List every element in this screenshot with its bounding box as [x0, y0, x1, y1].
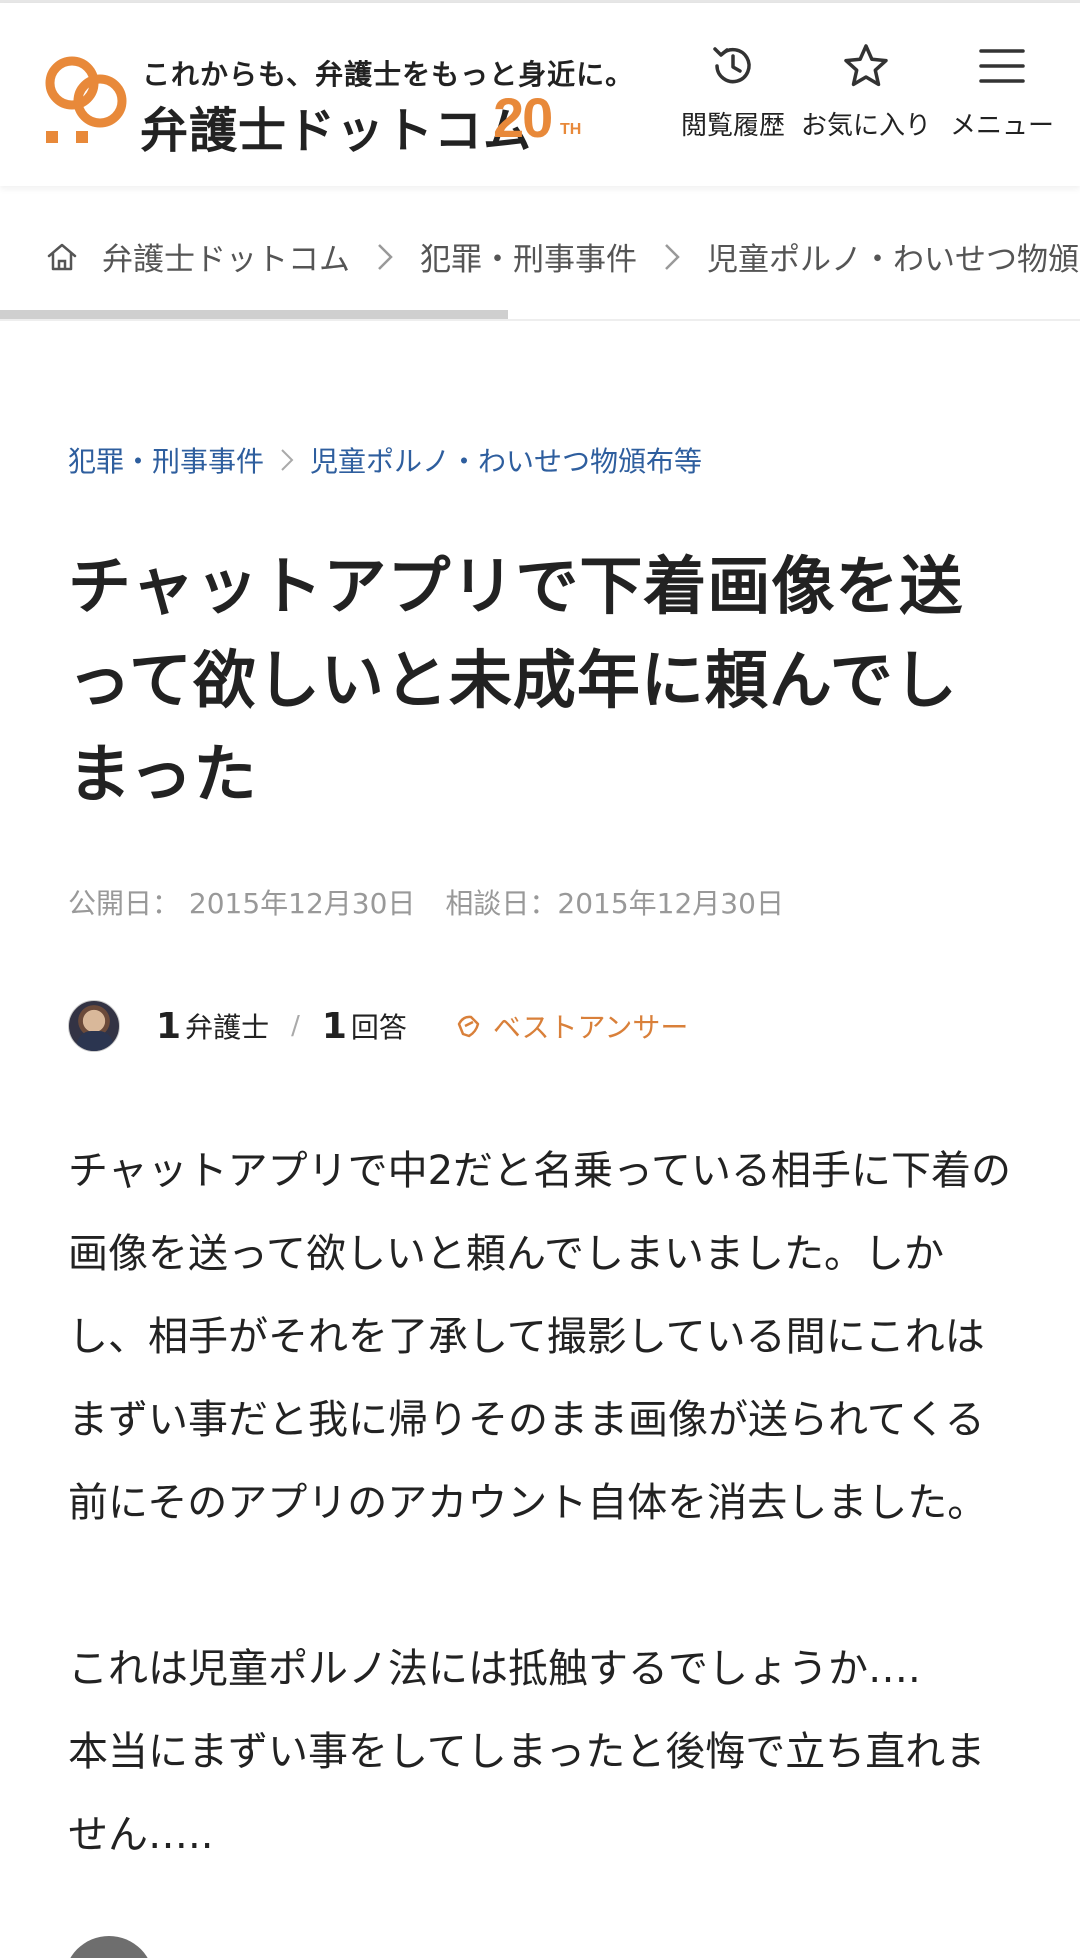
answer-count: 1 [321, 1005, 347, 1047]
best-answer-badge[interactable]: ベストアンサー [455, 1006, 688, 1046]
question-body: チャットアプリで中2だと名乗っている相手に下着の画像を送って欲しいと頼んでしまい… [68, 1130, 1018, 1877]
category-link-criminal[interactable]: 犯罪・刑事事件 [68, 440, 264, 480]
favorites-button[interactable]: お気に入り [796, 41, 936, 151]
chevron-right-icon [665, 243, 680, 270]
logo-anniversary: 20 [493, 86, 553, 149]
breadcrumb-item-home[interactable]: 弁護士ドットコム [102, 234, 350, 279]
answer-unit: 回答 [350, 1011, 407, 1044]
lawyer-count: 1 [156, 1005, 182, 1047]
category-link-child-porn[interactable]: 児童ポルノ・わいせつ物頒布等 [310, 440, 702, 480]
published-date: 公開日： 2015年12月30日 [68, 887, 416, 920]
star-icon [844, 44, 888, 87]
lawyer-unit: 弁護士 [185, 1011, 270, 1044]
menu-label: メニュー [949, 111, 1054, 141]
question-dates: 公開日： 2015年12月30日 相談日：2015年12月30日 [68, 882, 784, 922]
menu-button[interactable]: メニュー [932, 41, 1072, 151]
breadcrumb-scrollbar[interactable] [0, 310, 508, 319]
breadcrumb[interactable]: 弁護士ドットコム 犯罪・刑事事件 児童ポルノ・わいせつ物頒布等 [0, 186, 1080, 321]
question-title: チャットアプリで下着画像を送って欲しいと未成年に頼んでしまった [68, 550, 964, 811]
logo-anniversary-suffix: TH [560, 121, 582, 138]
body-paragraph: これは児童ポルノ法には抵触するでしょうか…. 本当にまずい事をしてしまったと後悔… [68, 1646, 986, 1858]
logo-site-name[interactable]: 弁護士ドットコム [140, 91, 532, 161]
stats-divider: / [291, 1011, 300, 1041]
home-icon[interactable] [44, 239, 80, 275]
favorites-label: お気に入り [800, 111, 931, 141]
history-label: 閲覧履歴 [680, 111, 785, 141]
chevron-right-icon [281, 449, 294, 471]
breadcrumb-item-child-porn[interactable]: 児童ポルノ・わいせつ物頒布等 [707, 234, 1080, 279]
hamburger-menu-icon [979, 49, 1025, 83]
consulted-date: 相談日：2015年12月30日 [445, 887, 784, 920]
chevron-right-icon [378, 243, 393, 270]
history-icon [713, 47, 751, 84]
breadcrumb-item-criminal[interactable]: 犯罪・刑事事件 [420, 234, 637, 279]
best-answer-label: ベストアンサー [492, 1011, 689, 1044]
avatar[interactable] [68, 1000, 120, 1052]
logo-mark-icon[interactable] [42, 49, 132, 149]
body-paragraph: チャットアプリで中2だと名乗っている相手に下着の画像を送って欲しいと頼んでしまい… [68, 1148, 1012, 1526]
history-button[interactable]: 閲覧履歴 [663, 41, 803, 151]
site-header: これからも、弁護士をもっと身近に。 弁護士ドットコム 20 TH 閲覧履歴 お気… [0, 3, 1080, 186]
best-answer-icon [457, 1015, 480, 1038]
answer-stats: 1 弁護士 / 1 回答 ベストアンサー [68, 1000, 688, 1052]
scroll-top-button[interactable] [64, 1936, 154, 1958]
logo-tagline: これからも、弁護士をもっと身近に。 [142, 58, 635, 91]
category-path: 犯罪・刑事事件 児童ポルノ・わいせつ物頒布等 [68, 440, 702, 480]
